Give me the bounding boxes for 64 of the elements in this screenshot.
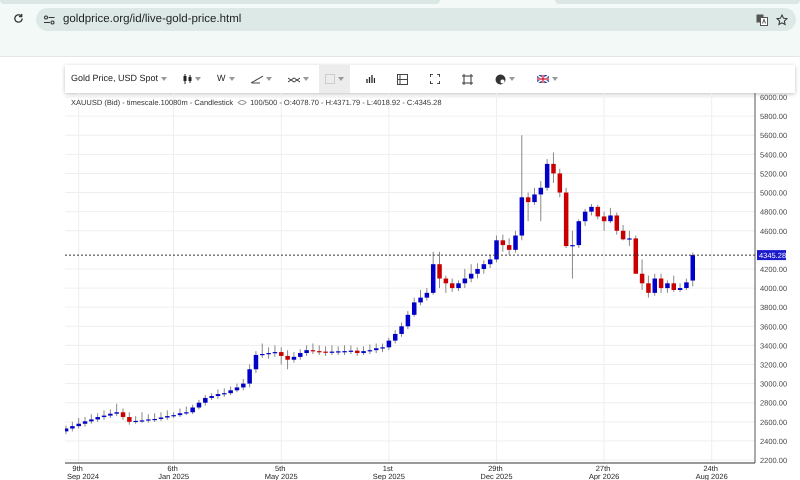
translate-icon[interactable]	[756, 14, 768, 26]
site-settings-icon[interactable]	[44, 14, 55, 24]
url-text[interactable]: goldprice.org/id/live-gold-price.html	[63, 10, 242, 28]
candle	[380, 343, 385, 353]
candle	[178, 408, 182, 418]
fullscreen-icon	[430, 74, 440, 84]
candle	[216, 388, 220, 400]
reload-icon[interactable]	[13, 13, 24, 24]
candle	[234, 383, 240, 393]
candle	[589, 204, 594, 216]
interval-dropdown[interactable]: W	[211, 65, 241, 93]
candle	[665, 280, 670, 294]
caret-icon	[161, 77, 168, 81]
candle	[361, 346, 366, 356]
candle	[292, 352, 296, 364]
caret-icon	[195, 77, 202, 81]
palette-icon	[494, 74, 506, 84]
candle	[272, 344, 278, 358]
candle	[65, 425, 68, 435]
flag-icon	[536, 75, 549, 83]
crosshair-box-icon	[396, 74, 408, 84]
candle	[513, 230, 518, 254]
caret-icon	[266, 77, 272, 81]
caret-icon	[228, 77, 235, 81]
compare-lines-icon	[288, 74, 300, 84]
candle	[140, 412, 144, 424]
caret-icon	[552, 77, 558, 81]
candle	[82, 416, 88, 428]
square-icon	[324, 74, 335, 84]
candle	[608, 207, 613, 224]
bookmark-star-icon[interactable]	[776, 14, 788, 26]
visibility-icon[interactable]	[238, 100, 247, 105]
candle	[196, 399, 202, 410]
candle	[532, 187, 537, 206]
caret-icon	[508, 77, 515, 81]
caret-icon	[302, 77, 309, 81]
candle	[475, 262, 480, 280]
candle	[368, 344, 372, 354]
candle	[355, 346, 360, 356]
candle	[254, 350, 258, 374]
candle	[437, 251, 442, 289]
trend-line-icon	[250, 74, 263, 84]
candle	[330, 344, 334, 356]
volume-bars-icon	[366, 75, 375, 83]
candle	[551, 152, 556, 184]
candle	[690, 252, 695, 287]
candle	[158, 412, 164, 422]
caret-icon	[338, 77, 344, 81]
candle	[684, 278, 689, 290]
candlestick-icon	[183, 74, 192, 84]
candle	[120, 408, 126, 420]
frame-icon	[462, 74, 473, 84]
candle	[102, 410, 106, 420]
candle	[570, 230, 575, 280]
candle	[374, 343, 378, 354]
candle	[494, 235, 499, 263]
candle	[399, 322, 404, 338]
candle	[418, 290, 423, 306]
candle	[456, 280, 461, 292]
candle	[348, 344, 354, 354]
candle	[646, 275, 651, 298]
symbol-dropdown[interactable]: Gold Price, USD Spot	[65, 65, 174, 93]
candle	[627, 230, 632, 247]
candle	[310, 343, 316, 354]
